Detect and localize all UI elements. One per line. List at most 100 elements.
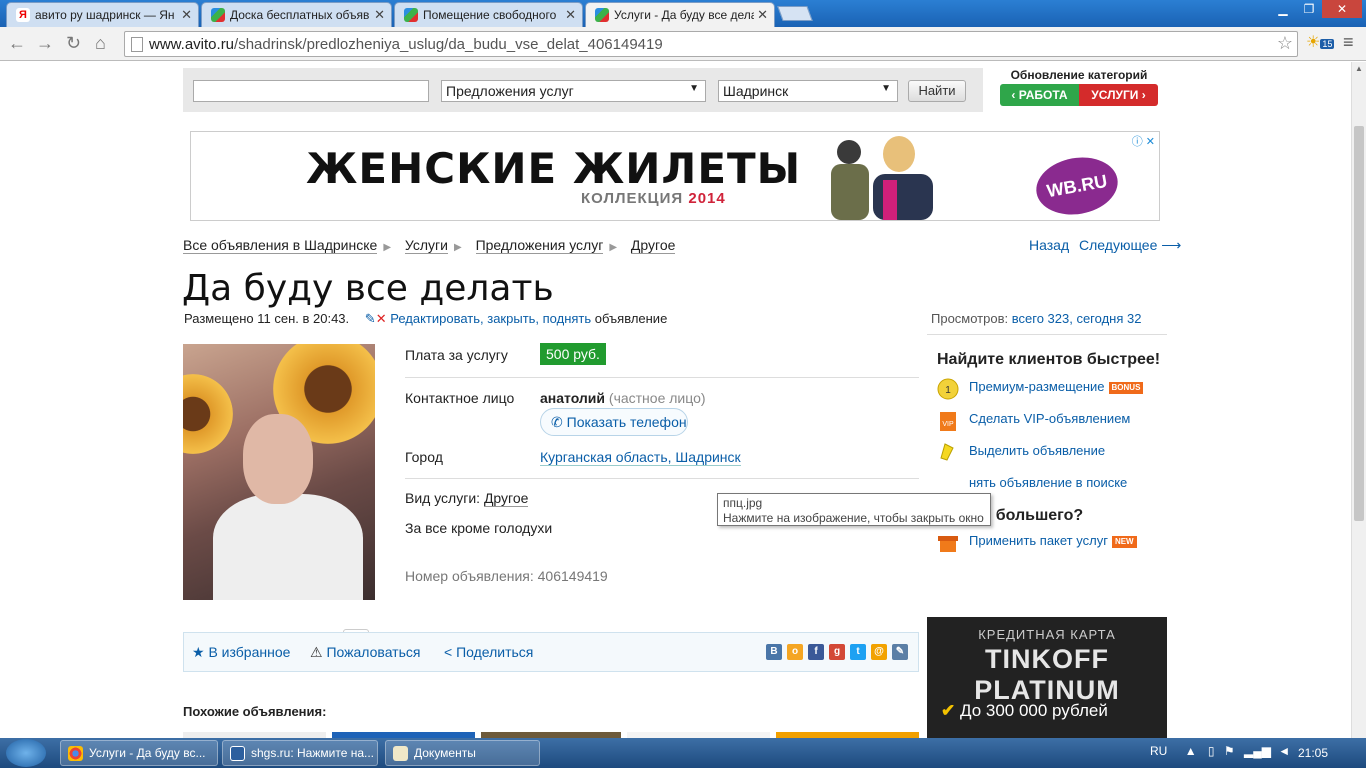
signal-icon[interactable]: ▂▄▆ [1244,744,1271,758]
new-tab-button[interactable] [777,6,813,21]
tray-arrow-icon[interactable]: ▲ [1185,744,1197,758]
contact-info: анатолий (частное лицо) [540,390,706,406]
scroll-up-icon[interactable]: ▲ [1352,64,1366,73]
next-link[interactable]: Следующее ⟶ [1079,237,1181,253]
url-path: /shadrinsk/predlozheniya_uslug/da_budu_v… [234,36,663,53]
promo-item-label[interactable]: Премиум-размещение [969,379,1105,394]
service-link[interactable]: Другое [483,490,529,507]
photo-face [243,414,313,504]
browser-tab-active[interactable]: Услуги - Да буду все дела ✕ [585,2,775,27]
chevron-right-icon: ▶ [609,242,618,253]
ad-description: За все кроме голодухи [405,520,553,536]
clock[interactable]: 21:05 [1298,746,1328,760]
scrollbar-thumb[interactable] [1354,126,1364,521]
avito-icon [595,8,609,22]
ad-navigation: Назад Следующее ⟶ [1023,237,1181,254]
banner-headline: ЖЕНСКИЕ ЖИЛЕТЫ [306,144,802,193]
forward-icon[interactable]: → [36,33,54,54]
promo-premium[interactable]: 1 Премиум-размещение BONUS [937,376,1167,408]
flag-icon[interactable]: ⚑ [1224,744,1235,758]
ad-banner[interactable]: ЖЕНСКИЕ ЖИЛЕТЫ КОЛЛЕКЦИЯ 2014 WB.RU ⓘ ✕ [190,131,1160,221]
bookmark-star-icon[interactable]: ☆ [1277,33,1293,54]
close-icon[interactable]: ✕ [565,7,576,23]
services-button[interactable]: УСЛУГИ › [1079,84,1158,106]
browser-tab-3[interactable]: Помещение свободного ✕ [394,2,583,27]
weather-extension-icon[interactable]: ☀ 15 [1306,32,1335,52]
city-select[interactable]: Шадринск ▼ [718,80,898,102]
promo-vip[interactable]: VIP Сделать VIP-объявлением [937,408,1167,440]
breadcrumb-item[interactable]: Все объявления в Шадринске [183,237,378,254]
phone-icon: ✆ [551,414,563,430]
favorite-button[interactable]: ★ В избранное [192,644,290,661]
complain-button[interactable]: ⚠ Пожаловаться [310,644,420,661]
vk-icon[interactable]: B [766,644,782,660]
work-button[interactable]: ‹ РАБОТА [1000,84,1079,106]
address-bar[interactable]: www.avito.ru/shadrinsk/predlozheniya_usl… [124,31,1298,57]
window-close-icon[interactable]: ✕ [1322,0,1362,18]
back-link[interactable]: Назад [1029,237,1069,253]
tinkoff-line1: КРЕДИТНАЯ КАРТА [978,627,1116,642]
search-input[interactable] [193,80,429,102]
tab-bar: Я авито ру шадринск — Ян ✕ Доска бесплат… [0,0,1366,27]
scrollbar[interactable]: ▲ [1351,62,1366,738]
price-label: Плата за услугу [405,347,508,363]
volume-icon[interactable]: ◄ [1278,744,1290,758]
posted-info: Размещено 11 сен. в 20:43. ✎✕ Редактиров… [184,311,667,327]
tooltip-hint: Нажмите на изображение, чтобы закрыть ок… [723,511,984,525]
page-title: Да буду все делать [182,268,554,309]
promo-item-label[interactable]: Выделить объявление [969,443,1105,458]
browser-tab-1[interactable]: Я авито ру шадринск — Ян ✕ [6,2,199,27]
views-link[interactable]: всего 323, сегодня 32 [1012,311,1142,326]
mailru-icon[interactable]: @ [871,644,887,660]
share-button[interactable]: < Поделиться [444,644,533,660]
similar-ads-title: Похожие объявления: [183,704,327,719]
browser-tab-2[interactable]: Доска бесплатных объяв ✕ [201,2,392,27]
breadcrumb-item[interactable]: Услуги [404,237,448,254]
start-button[interactable] [6,739,46,767]
google-plus-icon[interactable]: g [829,644,845,660]
livejournal-icon[interactable]: ✎ [892,644,908,660]
reload-icon[interactable]: ↻ [66,33,81,54]
banner-brand-logo: WB.RU [1031,151,1123,221]
close-icon[interactable]: ✕ [757,7,768,23]
promo-item-label[interactable]: Сделать VIP-объявлением [969,411,1130,426]
show-phone-button[interactable]: ✆ Показать телефон [540,408,688,436]
twitter-icon[interactable]: t [850,644,866,660]
tinkoff-ad[interactable]: КРЕДИТНАЯ КАРТА TINKOFF PLATINUM ✔ До 30… [927,617,1167,738]
taskbar-item-documents[interactable]: Документы [385,740,540,766]
facebook-icon[interactable]: f [808,644,824,660]
back-icon[interactable]: ← [8,33,26,54]
edit-link[interactable]: Редактировать, закрыть, поднять [390,311,591,326]
promo-item-label[interactable]: нять объявление в поиске [969,475,1127,490]
contact-type: (частное лицо) [608,390,706,406]
promo-highlight[interactable]: Выделить объявление [937,440,1167,472]
ad-photo[interactable] [183,344,375,600]
city-link[interactable]: Курганская область, Шадринск [540,449,741,466]
language-indicator[interactable]: RU [1150,744,1167,758]
restore-icon[interactable]: ❐ [1296,0,1322,18]
page-content: Предложения услуг ▼ Шадринск ▼ Найти Обнов… [0,62,1351,738]
battery-icon[interactable]: ▯ [1208,744,1215,758]
promo-item-label[interactable]: Применить пакет услуг [969,533,1108,548]
service-type: Вид услуги: Другое [405,490,529,507]
close-icon[interactable]: ✕ [181,7,192,23]
taskbar-item-shgs[interactable]: shgs.ru: Нажмите на... [222,740,378,766]
odnoklassniki-icon[interactable]: o [787,644,803,660]
minimize-icon[interactable]: ▁ [1270,0,1296,18]
promo-package[interactable]: Применить пакет услуг NEW [937,530,1167,562]
home-icon[interactable]: ⌂ [95,33,106,54]
browser-toolbar: ← → ↻ ⌂ www.avito.ru/shadrinsk/predlozhe… [0,27,1366,61]
breadcrumb-item[interactable]: Другое [630,237,676,254]
category-select[interactable]: Предложения услуг ▼ [441,80,706,102]
posted-date: Размещено 11 сен. в 20:43. [184,311,350,326]
contact-name: анатолий [540,390,606,406]
ad-info-icon[interactable]: ⓘ ✕ [1132,133,1155,149]
avito-icon [211,8,225,22]
close-icon[interactable]: ✕ [374,7,385,23]
breadcrumb-item[interactable]: Предложения услуг [475,237,604,254]
find-button[interactable]: Найти [908,80,966,102]
taskbar-item-chrome[interactable]: Услуги - Да буду вс... [60,740,218,766]
tooltip-filename: ппц.jpg [723,496,763,510]
tinkoff-line3: ✔ До 300 000 рублей [941,701,1108,720]
menu-icon[interactable]: ≡ [1343,32,1354,53]
